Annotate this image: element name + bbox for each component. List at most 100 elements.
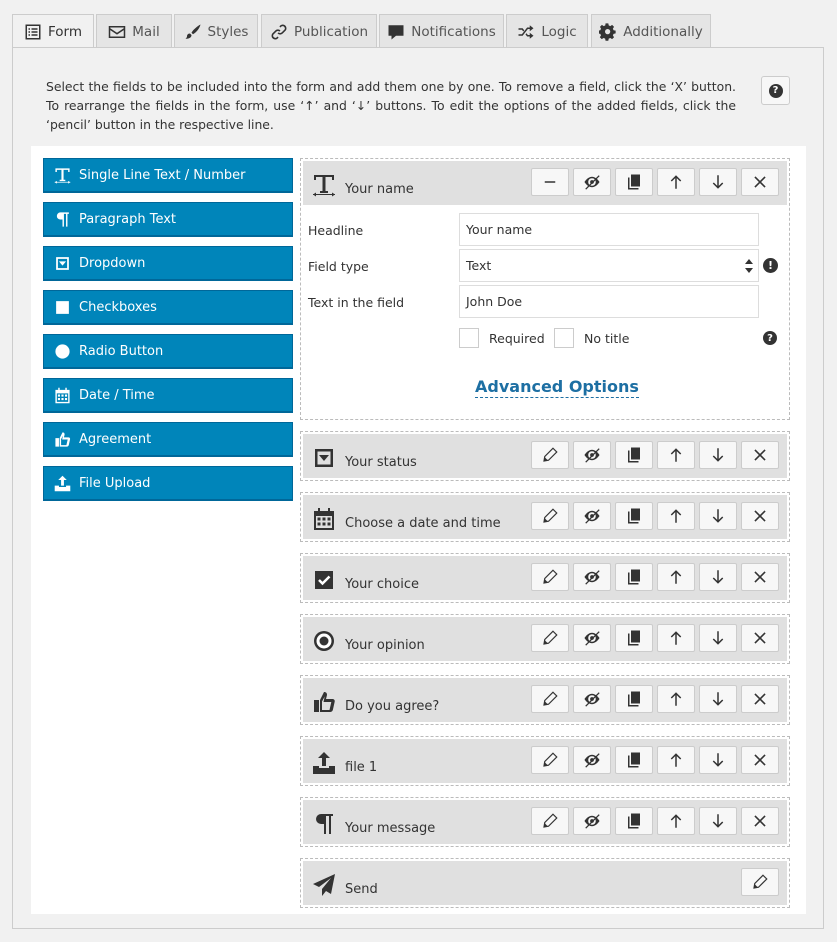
arrow-up-icon (667, 568, 685, 586)
tab-form[interactable]: Form (12, 14, 94, 49)
tab-logic[interactable]: Logic (506, 14, 588, 48)
remove-button[interactable] (741, 563, 779, 591)
field-actions (531, 441, 779, 469)
remove-button[interactable] (741, 746, 779, 774)
move-up-button[interactable] (657, 624, 695, 652)
duplicate-button[interactable] (615, 746, 653, 774)
add-checkboxes-button[interactable]: Checkboxes (43, 290, 293, 325)
hide-button[interactable] (573, 685, 611, 713)
tab-mail[interactable]: Mail (96, 14, 172, 48)
move-down-button[interactable] (699, 807, 737, 835)
help-button[interactable]: ? (761, 76, 790, 105)
hide-button[interactable] (573, 746, 611, 774)
move-down-button[interactable] (699, 563, 737, 591)
hide-button[interactable] (573, 502, 611, 530)
add-agreement-button[interactable]: Agreement (43, 422, 293, 457)
move-up-button[interactable] (657, 502, 695, 530)
move-down-button[interactable] (699, 746, 737, 774)
arrow-up-icon (667, 690, 685, 708)
field-header[interactable]: Choose a date and time (303, 495, 787, 539)
add-date-time-button[interactable]: Date / Time (43, 378, 293, 413)
hide-button[interactable] (573, 441, 611, 469)
duplicate-button[interactable] (615, 563, 653, 591)
hide-button[interactable] (573, 807, 611, 835)
hide-button[interactable] (573, 563, 611, 591)
add-dropdown-button[interactable]: Dropdown (43, 246, 293, 281)
field-type-select[interactable]: Text (459, 249, 759, 282)
pencil-icon (541, 751, 559, 769)
move-up-button[interactable] (657, 746, 695, 774)
remove-button[interactable] (741, 441, 779, 469)
move-down-button[interactable] (699, 168, 737, 196)
field-header[interactable]: Your message (303, 800, 787, 844)
edit-button[interactable] (531, 746, 569, 774)
tab-notifications[interactable]: Notifications (379, 14, 504, 48)
move-down-button[interactable] (699, 685, 737, 713)
duplicate-button[interactable] (615, 807, 653, 835)
advanced-options-link[interactable]: Advanced Options (475, 377, 639, 398)
tab-additionally[interactable]: Additionally (591, 14, 711, 48)
thumbs-up-icon (312, 690, 336, 714)
edit-button[interactable] (531, 441, 569, 469)
field-header[interactable]: Your choice (303, 556, 787, 600)
arrow-up-icon (667, 173, 685, 191)
move-up-button[interactable] (657, 563, 695, 591)
tab-label: Publication (293, 23, 369, 40)
copy-icon (625, 173, 643, 191)
edit-button[interactable] (531, 685, 569, 713)
field-header[interactable]: Your name (303, 161, 787, 205)
question-icon[interactable]: ? (763, 331, 777, 345)
headline-input[interactable]: Your name (459, 213, 759, 246)
paper-plane-icon (311, 872, 337, 898)
edit-button[interactable] (531, 563, 569, 591)
field-type-label: Field type (308, 259, 369, 274)
edit-button[interactable] (531, 807, 569, 835)
tab-publication[interactable]: Publication (261, 14, 377, 48)
move-up-button[interactable] (657, 685, 695, 713)
no-title-checkbox[interactable] (554, 328, 574, 348)
edit-button[interactable] (531, 502, 569, 530)
remove-button[interactable] (741, 685, 779, 713)
checkbox-icon (54, 299, 71, 316)
hide-button[interactable] (573, 624, 611, 652)
field-header[interactable]: Send (303, 861, 787, 905)
duplicate-button[interactable] (615, 685, 653, 713)
arrow-up-icon (667, 751, 685, 769)
tab-styles[interactable]: Styles (174, 14, 258, 48)
pencil-icon (541, 690, 559, 708)
remove-button[interactable] (741, 502, 779, 530)
field-header[interactable]: file 1 (303, 739, 787, 783)
required-checkbox[interactable] (459, 328, 479, 348)
arrow-down-icon (709, 568, 727, 586)
move-up-button[interactable] (657, 807, 695, 835)
checkbox-icon (311, 567, 337, 593)
duplicate-button[interactable] (615, 441, 653, 469)
move-down-button[interactable] (699, 502, 737, 530)
placeholder-input[interactable]: John Doe (459, 285, 759, 318)
edit-button[interactable] (741, 868, 779, 896)
remove-button[interactable] (741, 624, 779, 652)
no-title-label: No title (584, 331, 630, 346)
field-actions (531, 168, 779, 196)
collapse-button[interactable] (531, 168, 569, 196)
field-actions (741, 868, 779, 896)
field-header[interactable]: Do you agree? (303, 678, 787, 722)
move-down-button[interactable] (699, 441, 737, 469)
move-up-button[interactable] (657, 168, 695, 196)
field-header[interactable]: Your status (303, 434, 787, 478)
add-single-line-text-button[interactable]: Single Line Text / Number (43, 158, 293, 193)
edit-button[interactable] (531, 624, 569, 652)
add-radio-button-button[interactable]: Radio Button (43, 334, 293, 369)
field-header[interactable]: Your opinion (303, 617, 787, 661)
add-paragraph-text-button[interactable]: Paragraph Text (43, 202, 293, 237)
move-up-button[interactable] (657, 441, 695, 469)
duplicate-button[interactable] (615, 502, 653, 530)
hide-button[interactable] (573, 168, 611, 196)
remove-button[interactable] (741, 807, 779, 835)
add-file-upload-button[interactable]: File Upload (43, 466, 293, 501)
envelope-icon (108, 23, 126, 41)
duplicate-button[interactable] (615, 168, 653, 196)
move-down-button[interactable] (699, 624, 737, 652)
duplicate-button[interactable] (615, 624, 653, 652)
remove-button[interactable] (741, 168, 779, 196)
